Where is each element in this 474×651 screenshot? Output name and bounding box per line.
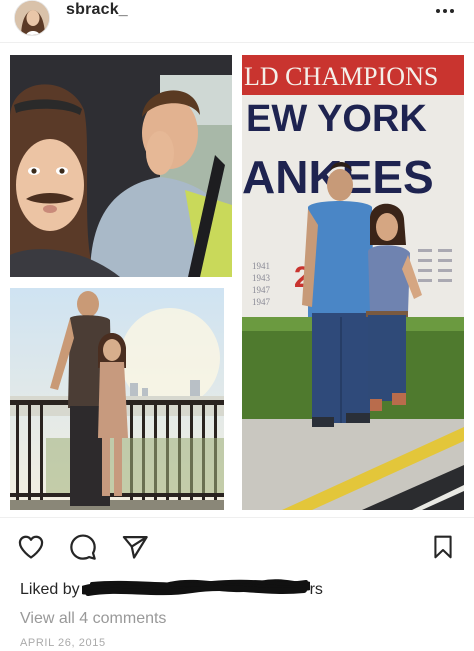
view-all-comments-link[interactable]: View all 4 comments [20,610,166,628]
post-image[interactable]: LD CHAMPIONS EW YORK ANKEES 1941 1943 19… [0,42,474,518]
year-label: 1943 [252,273,271,283]
bookmark-icon[interactable] [426,530,460,564]
avatar-image [15,1,49,35]
username[interactable]: sbrack_ [66,1,128,19]
car-selfie-photo [10,55,232,277]
photo-collage: LD CHAMPIONS EW YORK ANKEES 1941 1943 19… [0,43,474,519]
balcony-photo [10,288,224,510]
action-bar [0,530,474,568]
dot [450,9,454,13]
liked-by-suffix: rs [309,581,323,599]
post-header: sbrack_ [0,0,474,42]
liked-by-prefix: Liked by [20,581,80,599]
dot [436,9,440,13]
heart-outline-icon[interactable] [14,530,48,564]
post-date: APRIL 26, 2015 [20,637,106,649]
year-label: 1947 [252,285,271,295]
year-label: 1947 [252,297,271,307]
yankees-stadium-photo: LD CHAMPIONS EW YORK ANKEES 1941 1943 19… [242,55,464,510]
sign-line-1: LD CHAMPIONS [244,62,438,91]
year-label: 1941 [252,261,270,271]
paper-plane-icon[interactable] [118,530,152,564]
profile-avatar[interactable] [14,0,50,36]
sign-line-2: EW YORK [246,98,427,140]
instagram-post: sbrack_ LD CHAMPIONS EW YORK 1941 1943 1… [0,0,474,651]
liked-by[interactable]: Liked by rs [20,578,323,600]
dot [443,9,447,13]
redaction-scribble [81,578,310,598]
more-options-icon[interactable] [432,0,458,22]
speech-bubble-icon[interactable] [66,530,100,564]
